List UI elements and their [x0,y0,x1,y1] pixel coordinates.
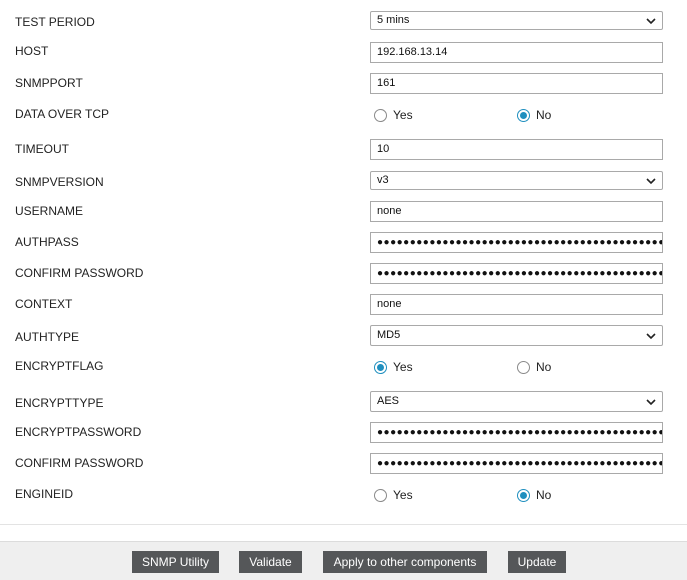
action-bar: SNMP Utility Validate Apply to other com… [0,541,687,580]
timeout-label: TIMEOUT [15,142,69,156]
host-label: HOST [15,44,49,58]
authpass-label: AUTHPASS [15,235,79,249]
confirm-password-2-label: CONFIRM PASSWORD [15,456,144,470]
confirm-password-1-label: CONFIRM PASSWORD [15,266,144,280]
data-over-tcp-no-label: No [536,108,552,122]
timeout-value: 10 [377,143,390,155]
engineid-no-radio[interactable] [517,488,530,502]
engineid-yes-radio[interactable] [374,488,387,502]
snmp-utility-button[interactable]: SNMP Utility [132,551,219,573]
authpass-input[interactable]: ●●●●●●●●●●●●●●●●●●●●●●●●●●●●●●●●●●●●●●●●… [370,232,663,253]
encrypttype-label: ENCRYPTTYPE [15,396,104,410]
confirm-password-2-input[interactable]: ●●●●●●●●●●●●●●●●●●●●●●●●●●●●●●●●●●●●●●●●… [370,453,663,474]
encryptpassword-input[interactable]: ●●●●●●●●●●●●●●●●●●●●●●●●●●●●●●●●●●●●●●●●… [370,422,663,443]
data-over-tcp-no-option[interactable]: No [517,107,551,123]
encryptflag-no-label: No [536,360,552,374]
apply-to-other-components-button[interactable]: Apply to other components [323,551,487,573]
authtype-value: MD5 [377,329,401,341]
data-over-tcp-yes-radio[interactable] [374,108,387,122]
data-over-tcp-yes-label: Yes [393,108,413,122]
test-period-value: 5 mins [377,14,410,26]
test-period-select[interactable]: 5 mins [370,11,663,30]
chevron-down-icon [646,399,656,406]
encryptflag-no-option[interactable]: No [517,359,551,375]
username-input[interactable]: none [370,201,663,222]
encryptflag-yes-option[interactable]: Yes [374,359,413,375]
encryptpassword-value: ●●●●●●●●●●●●●●●●●●●●●●●●●●●●●●●●●●●●●●●●… [377,427,662,438]
confirm-password-1-value: ●●●●●●●●●●●●●●●●●●●●●●●●●●●●●●●●●●●●●●●●… [377,268,662,279]
encrypttype-value: AES [377,395,400,407]
timeout-input[interactable]: 10 [370,139,663,160]
data-over-tcp-no-radio[interactable] [517,108,530,122]
form-divider [0,524,687,525]
authtype-select[interactable]: MD5 [370,325,663,346]
encryptflag-no-radio[interactable] [517,360,530,374]
encryptflag-yes-label: Yes [393,360,413,374]
context-input[interactable]: none [370,294,663,315]
host-input[interactable]: 192.168.13.14 [370,42,663,63]
confirm-password-1-input[interactable]: ●●●●●●●●●●●●●●●●●●●●●●●●●●●●●●●●●●●●●●●●… [370,263,663,284]
engineid-no-option[interactable]: No [517,487,551,503]
confirm-password-2-value: ●●●●●●●●●●●●●●●●●●●●●●●●●●●●●●●●●●●●●●●●… [377,458,662,469]
chevron-down-icon [646,178,656,185]
engineid-label: ENGINEID [15,487,74,501]
data-over-tcp-yes-option[interactable]: Yes [374,107,413,123]
encryptpassword-label: ENCRYPTPASSWORD [15,425,142,439]
authtype-label: AUTHTYPE [15,330,80,344]
encryptflag-yes-radio[interactable] [374,360,387,374]
chevron-down-icon [646,333,656,340]
host-value: 192.168.13.14 [377,46,448,58]
snmpport-label: SNMPPORT [15,76,83,90]
update-button[interactable]: Update [508,551,566,573]
engineid-yes-label: Yes [393,488,413,502]
snmpversion-value: v3 [377,174,389,186]
context-value: none [377,298,402,310]
username-value: none [377,205,402,217]
context-label: CONTEXT [15,297,73,311]
test-period-label: TEST PERIOD [15,15,95,29]
validate-button[interactable]: Validate [239,551,302,573]
snmpport-input[interactable]: 161 [370,73,663,94]
data-over-tcp-label: DATA OVER TCP [15,107,110,121]
engineid-no-label: No [536,488,552,502]
snmpport-value: 161 [377,77,396,89]
chevron-down-icon [646,18,656,25]
username-label: USERNAME [15,204,84,218]
encryptflag-label: ENCRYPTFLAG [15,359,104,373]
snmpversion-select[interactable]: v3 [370,171,663,190]
snmpversion-label: SNMPVERSION [15,175,104,189]
engineid-yes-option[interactable]: Yes [374,487,413,503]
encrypttype-select[interactable]: AES [370,391,663,412]
authpass-value: ●●●●●●●●●●●●●●●●●●●●●●●●●●●●●●●●●●●●●●●●… [377,237,662,248]
